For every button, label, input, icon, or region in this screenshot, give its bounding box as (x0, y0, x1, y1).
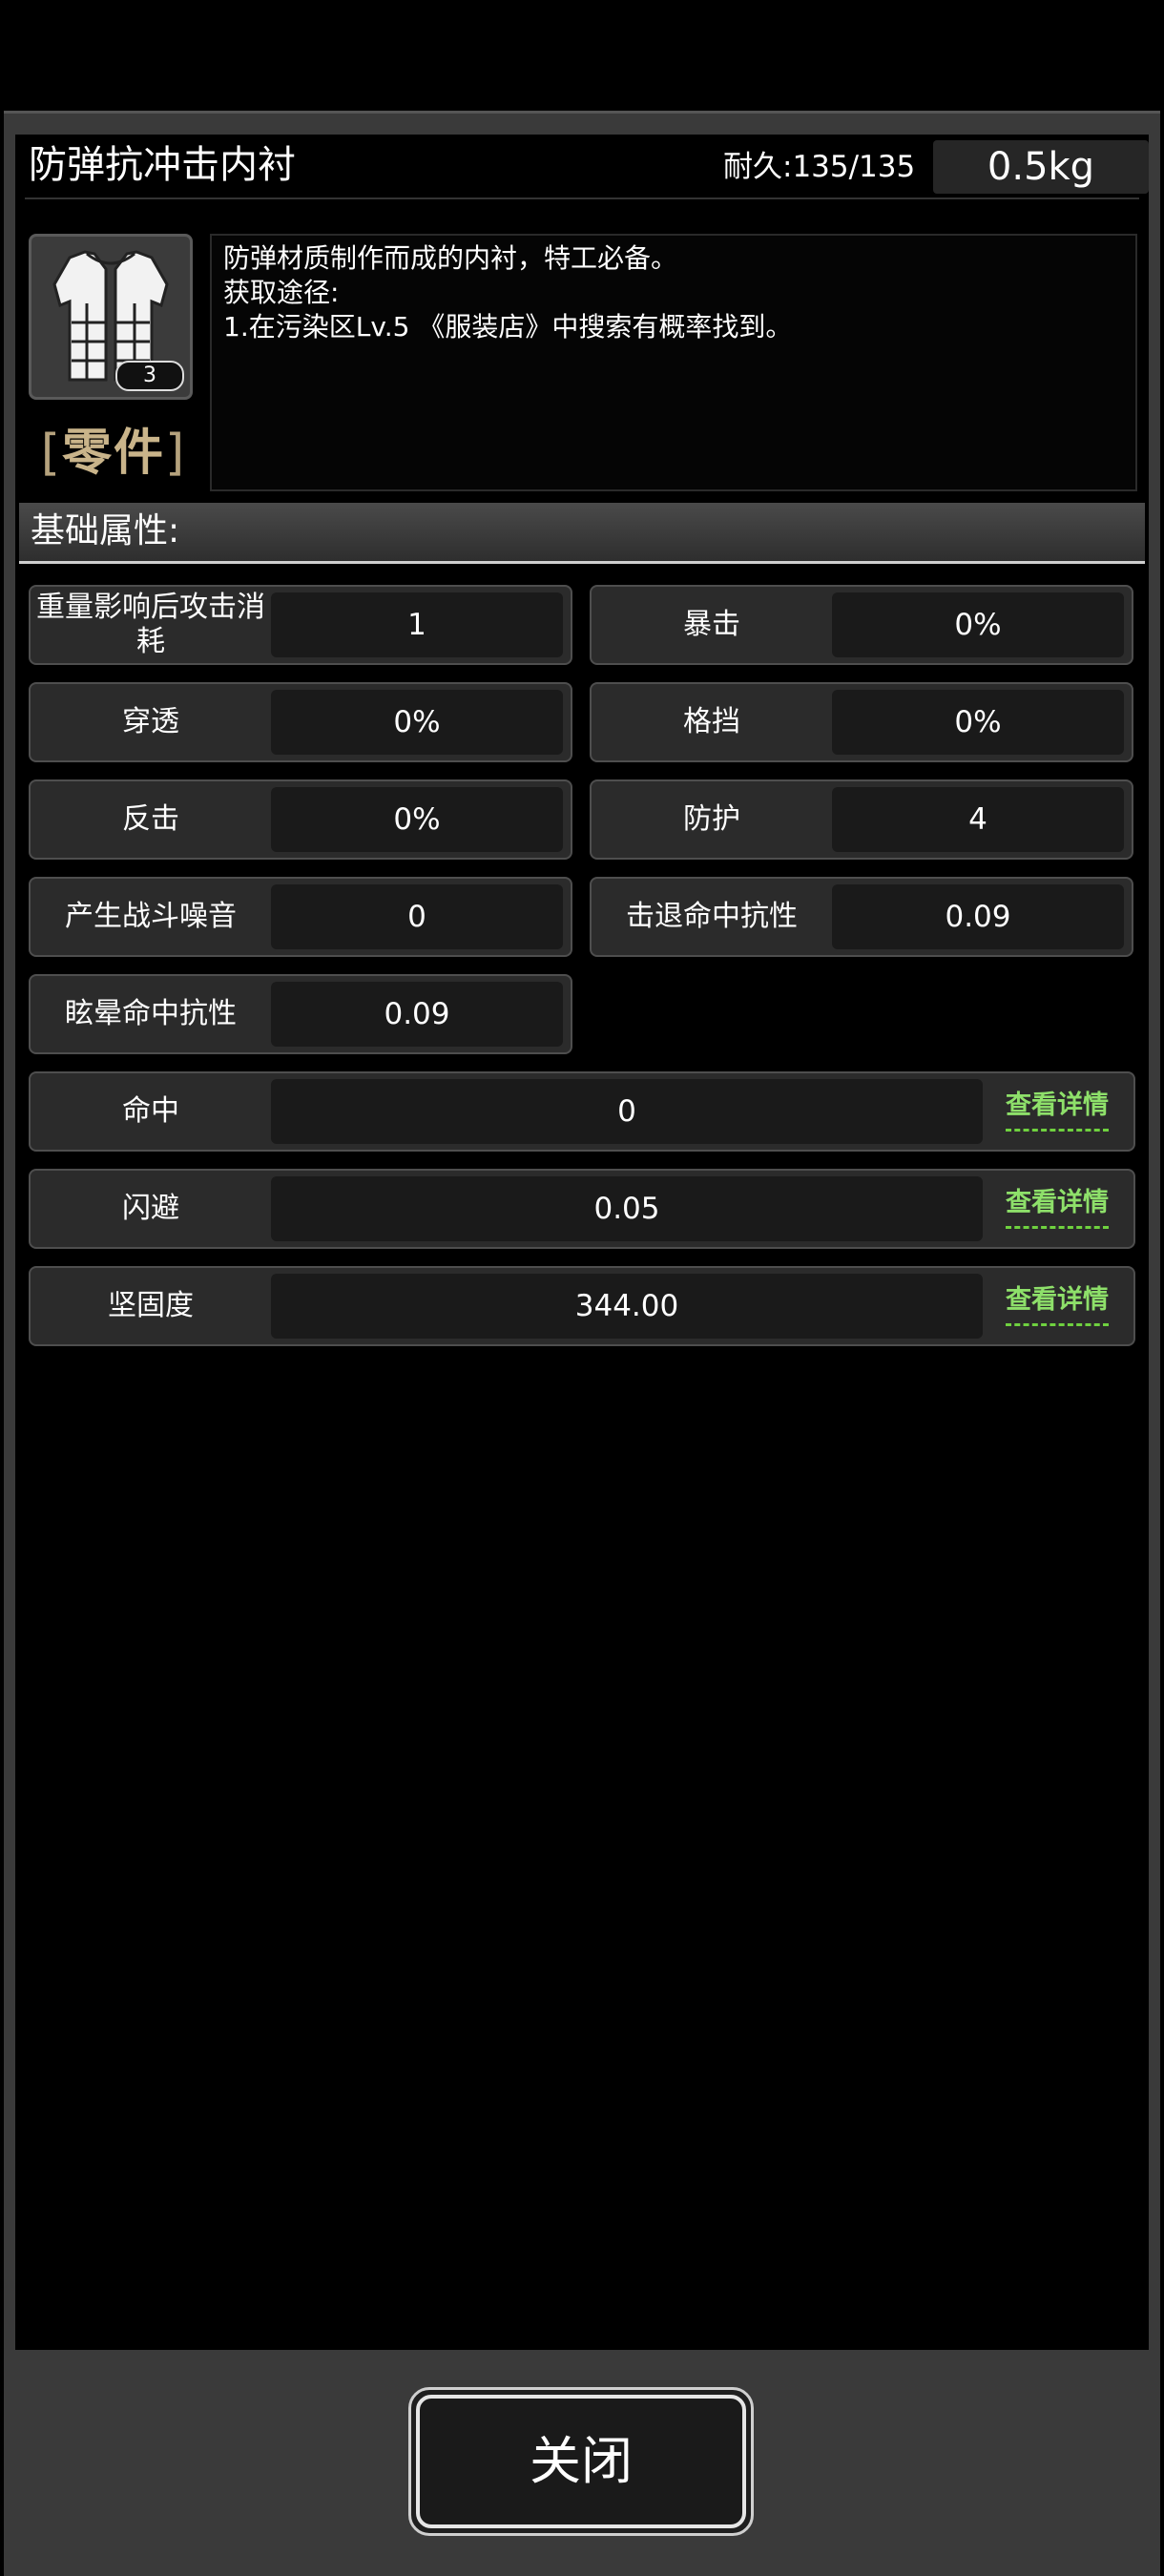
status-bar-area (0, 0, 1164, 111)
item-detail-panel: 防弹抗冲击内衬 耐久:135/135 0.5kg 3 [零件] 防弹材质制作而成… (4, 111, 1160, 2576)
description-line: 1.在污染区Lv.5 《服装店》中搜索有概率找到。 (223, 311, 793, 343)
stat-label: 眩晕命中抗性 (65, 997, 237, 1030)
stat-counter: 反击 0% (29, 779, 572, 860)
view-details-link-hit[interactable]: 查看详情 (1006, 1087, 1109, 1132)
stat-value: 0.09 (271, 982, 563, 1047)
item-category: [零件] (40, 425, 187, 482)
stat-label: 命中 (122, 1094, 179, 1128)
stat-label: 坚固度 (108, 1289, 194, 1322)
stat-value: 4 (832, 787, 1124, 852)
description-line: 防弹材质制作而成的内衬，特工必备。 (223, 242, 678, 274)
stat-value: 0% (832, 592, 1124, 657)
stat-sturdiness: 坚固度 344.00 查看详情 (29, 1266, 1135, 1346)
stat-label: 击退命中抗性 (626, 900, 798, 933)
stat-block: 格挡 0% (590, 682, 1133, 762)
stat-value: 0 (271, 884, 563, 949)
stat-label: 防护 (683, 802, 740, 836)
close-button-label: 关闭 (416, 2395, 746, 2528)
stat-attack-cost: 重量影响后攻击消耗 1 (29, 585, 572, 665)
stat-dodge: 闪避 0.05 查看详情 (29, 1169, 1135, 1249)
close-button[interactable]: 关闭 (408, 2387, 754, 2536)
stat-value: 0.09 (832, 884, 1124, 949)
stat-value: 0% (271, 787, 563, 852)
item-category-label: 零件 (61, 425, 165, 482)
stat-label: 暴击 (683, 608, 740, 641)
stat-protection: 防护 4 (590, 779, 1133, 860)
stat-value: 0% (271, 690, 563, 755)
stat-label: 重量影响后攻击消耗 (36, 591, 265, 658)
stat-value: 0 (271, 1079, 983, 1144)
stat-penetration: 穿透 0% (29, 682, 572, 762)
stat-label: 反击 (122, 802, 179, 836)
stat-label: 穿透 (122, 705, 179, 738)
item-name: 防弹抗冲击内衬 (29, 143, 296, 187)
stat-knockback-resist: 击退命中抗性 0.09 (590, 877, 1133, 957)
quantity-badge: 3 (115, 361, 184, 391)
stat-label: 产生战斗噪音 (65, 900, 237, 933)
item-description: 防弹材质制作而成的内衬，特工必备。 获取途径: 1.在污染区Lv.5 《服装店》… (210, 234, 1137, 491)
item-icon-frame: 3 (29, 234, 193, 400)
durability-label: 耐久:135/135 (723, 150, 916, 184)
item-header: 防弹抗冲击内衬 耐久:135/135 0.5kg (25, 135, 1149, 199)
view-details-link-dodge[interactable]: 查看详情 (1006, 1184, 1109, 1229)
stat-value: 1 (271, 592, 563, 657)
stat-value: 344.00 (271, 1274, 983, 1339)
weight-badge: 0.5kg (933, 140, 1149, 194)
stat-crit: 暴击 0% (590, 585, 1133, 665)
stat-combat-noise: 产生战斗噪音 0 (29, 877, 572, 957)
item-detail-content: 防弹抗冲击内衬 耐久:135/135 0.5kg 3 [零件] 防弹材质制作而成… (15, 135, 1149, 2350)
stat-hit: 命中 0 查看详情 (29, 1071, 1135, 1152)
section-title-basic-attributes: 基础属性: (19, 503, 1145, 564)
stat-value: 0% (832, 690, 1124, 755)
stat-label: 格挡 (683, 705, 740, 738)
description-line: 获取途径: (223, 277, 340, 308)
stat-stun-resist: 眩晕命中抗性 0.09 (29, 974, 572, 1054)
stat-value: 0.05 (271, 1176, 983, 1241)
view-details-link-sturdiness[interactable]: 查看详情 (1006, 1281, 1109, 1326)
stat-label: 闪避 (122, 1192, 179, 1225)
